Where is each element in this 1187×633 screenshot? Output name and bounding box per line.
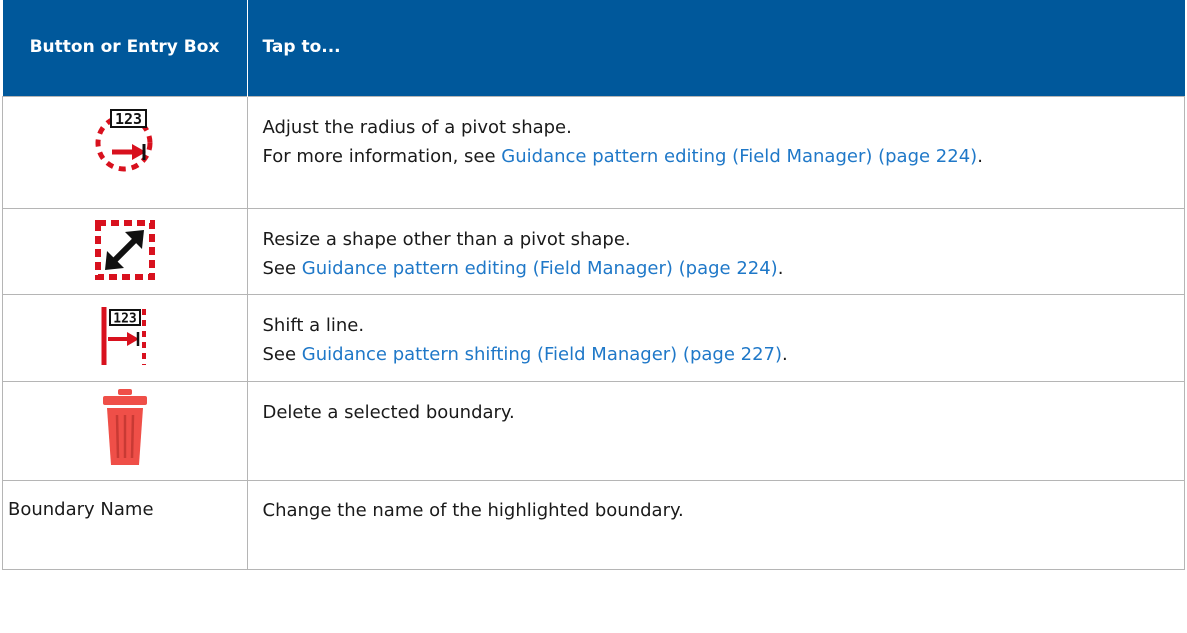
table-row: Resize a shape other than a pivot shape.…	[2, 208, 1185, 295]
resize-shape-icon[interactable]	[94, 219, 156, 281]
row-note: See Guidance pattern shifting (Field Man…	[262, 344, 788, 365]
guidance-editing-link[interactable]: Guidance pattern editing (Field Manager)…	[302, 258, 778, 279]
description-cell: Resize a shape other than a pivot shape.…	[246, 208, 1185, 295]
column-header-tap-to: Tap to...	[247, 0, 1185, 97]
boundary-name-label: Boundary Name	[8, 499, 154, 520]
badge-text: 123	[113, 312, 136, 327]
description-cell: Delete a selected boundary.	[246, 381, 1185, 481]
button-reference-table: Button or Entry Box Tap to... 123 Adjust…	[2, 0, 1185, 570]
table-row: Delete a selected boundary.	[2, 381, 1185, 481]
label-cell: Boundary Name	[2, 480, 248, 570]
icon-cell: 123	[2, 96, 248, 209]
shift-line-icon[interactable]: 123	[98, 305, 152, 367]
description-cell: Change the name of the highlighted bound…	[246, 480, 1185, 570]
column-header-button: Button or Entry Box	[2, 0, 248, 97]
row-description: Resize a shape other than a pivot shape.	[262, 229, 631, 250]
guidance-editing-link[interactable]: Guidance pattern editing (Field Manager)…	[501, 146, 977, 167]
pivot-radius-icon[interactable]: 123	[94, 107, 156, 173]
table-row: Boundary Name Change the name of the hig…	[2, 480, 1185, 570]
row-description: Shift a line.	[262, 315, 365, 336]
description-cell: Adjust the radius of a pivot shape. For …	[246, 96, 1185, 209]
row-description: Adjust the radius of a pivot shape.	[262, 117, 572, 138]
icon-cell	[2, 208, 248, 295]
row-note: See Guidance pattern editing (Field Mana…	[262, 258, 784, 279]
row-description: Delete a selected boundary.	[262, 402, 515, 423]
description-cell: Shift a line. See Guidance pattern shift…	[246, 294, 1185, 382]
row-description: Change the name of the highlighted bound…	[262, 500, 684, 521]
trash-icon[interactable]	[100, 388, 150, 466]
guidance-shifting-link[interactable]: Guidance pattern shifting (Field Manager…	[302, 344, 782, 365]
icon-cell: 123	[2, 294, 248, 382]
badge-text: 123	[115, 110, 142, 128]
icon-cell	[2, 381, 248, 481]
row-note: For more information, see Guidance patte…	[262, 146, 983, 167]
table-row: 123 Adjust the radius of a pivot shape. …	[2, 96, 1185, 209]
table-row: 123 Shift a line. See Guidance pattern s…	[2, 294, 1185, 382]
table-header-row: Button or Entry Box Tap to...	[2, 0, 1185, 97]
